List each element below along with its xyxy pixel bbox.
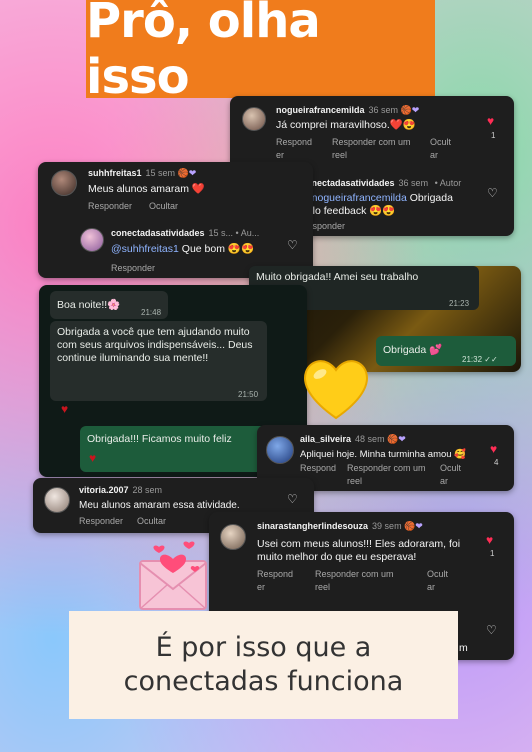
heart-outline-icon[interactable]: ♡: [287, 239, 298, 251]
like-count: 1: [491, 131, 496, 140]
heart-filled-icon[interactable]: ♥: [490, 443, 497, 455]
reply-button[interactable]: Respond er: [276, 136, 312, 162]
reply-button[interactable]: Responder: [79, 515, 123, 528]
chat-bubble-received: Obrigada a você que tem ajudando muito c…: [50, 321, 267, 401]
footer-caption: É por isso que a conectadas funciona: [69, 611, 458, 719]
footer-text: É por isso que a conectadas funciona: [123, 632, 404, 697]
comment-text: Apliquei hoje. Minha turminha amou 🥰: [300, 449, 467, 460]
avatar: [44, 487, 70, 513]
comment-username[interactable]: suhhfreitas1 15 sem 🏀❤: [88, 168, 196, 179]
comment-username[interactable]: conectadasatividades 36 sem • Autor: [301, 178, 461, 188]
heart-outline-icon[interactable]: ♡: [487, 187, 498, 199]
comment-text: Meu alunos amaram essa atividade.: [79, 500, 240, 511]
comment-username[interactable]: aila_silveira 48 sem 🏀❤: [300, 434, 406, 445]
heart-filled-icon[interactable]: ♥: [487, 115, 494, 127]
comment-text: @suhhfreitas1 Que bom 😍😍: [111, 243, 255, 255]
hide-button[interactable]: Ocultar: [137, 515, 166, 528]
like-count: 4: [494, 458, 499, 467]
reply-button[interactable]: Responder: [88, 200, 132, 213]
title-banner: Prô, olha isso: [86, 0, 435, 105]
comment-text: Meus alunos amaram ❤️: [88, 183, 205, 195]
comment-text: @nogueirafrancemilda Obrigada pelo feedb…: [301, 192, 453, 217]
hide-button[interactable]: Ocult ar: [440, 462, 470, 488]
comment-card-suhh: suhhfreitas1 15 sem 🏀❤ Meus alunos amaram…: [38, 162, 313, 278]
comment-username[interactable]: nogueirafrancemilda 36 sem 🏀❤: [276, 105, 419, 116]
love-letter-icon: [139, 541, 207, 610]
rose-icon: ♥: [89, 451, 97, 465]
truncated-text: m: [459, 642, 468, 654]
heart-outline-icon[interactable]: ♡: [287, 493, 298, 505]
hide-button[interactable]: Ocultar: [149, 200, 178, 213]
comment-username[interactable]: conectadasatividades 15 s... • Au...: [111, 228, 259, 238]
reply-with-reel-button[interactable]: Responder com um reel: [332, 136, 422, 162]
avatar: [242, 107, 266, 131]
heart-outline-icon[interactable]: ♡: [486, 624, 497, 636]
heart-reaction-icon: ♥: [61, 402, 69, 416]
like-count: 1: [490, 549, 495, 558]
reply-button[interactable]: Respond er: [257, 568, 299, 594]
yellow-heart-icon: [304, 360, 368, 420]
heart-filled-icon[interactable]: ♥: [486, 534, 493, 546]
avatar: [220, 524, 246, 550]
reply-button[interactable]: Responder: [111, 262, 155, 275]
message-time: 21:32 ✓✓: [462, 355, 498, 364]
message-time: 21:48: [141, 308, 162, 317]
hide-button[interactable]: Ocult ar: [430, 136, 460, 162]
comment-username[interactable]: sinarastangherlindesouza 39 sem 🏀❤: [257, 521, 423, 532]
comment-text: Usei com meus alunos!!! Eles adoraram, f…: [257, 538, 461, 563]
message-time: 21:50: [238, 390, 259, 399]
avatar: [266, 436, 294, 464]
message-time: 21:23: [449, 299, 470, 308]
comment-username[interactable]: vitoria.2007 28 sem: [79, 485, 162, 495]
reply-with-reel-button[interactable]: Responder com um reel: [315, 568, 410, 594]
avatar: [51, 170, 77, 196]
hide-button[interactable]: Ocult ar: [427, 568, 457, 594]
avatar: [80, 228, 104, 252]
reply-with-reel-button[interactable]: Responder com um reel: [347, 462, 427, 488]
comment-text: Já comprei maravilhoso.❤️😍: [276, 119, 416, 131]
